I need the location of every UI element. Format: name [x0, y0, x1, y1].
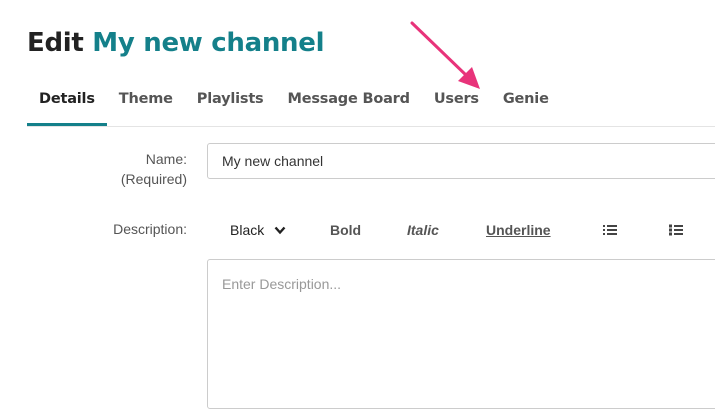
- annotation-arrow: [410, 21, 480, 89]
- tab-genie[interactable]: Genie: [491, 82, 561, 126]
- name-label-text: Name:: [145, 151, 187, 167]
- text-color-value: Black: [230, 222, 265, 238]
- description-placeholder: Enter Description...: [222, 276, 342, 292]
- underline-button[interactable]: Underline: [486, 216, 551, 244]
- page-title-prefix: Edit: [27, 28, 84, 58]
- numbered-list-button[interactable]: [669, 216, 683, 244]
- tab-bar: Details Theme Playlists Message Board Us…: [27, 82, 715, 127]
- tab-theme[interactable]: Theme: [107, 82, 185, 126]
- page-title: Edit My new channel: [27, 24, 325, 62]
- name-required-text: (Required): [120, 171, 187, 187]
- bullet-list-icon: [603, 217, 617, 245]
- channel-name-title: My new channel: [92, 28, 325, 58]
- tab-playlists[interactable]: Playlists: [185, 82, 276, 126]
- name-label: Name: (Required): [121, 149, 187, 189]
- name-input[interactable]: [207, 143, 715, 179]
- description-label: Description:: [113, 221, 187, 237]
- italic-button[interactable]: Italic: [407, 216, 439, 244]
- bold-button[interactable]: Bold: [330, 216, 361, 244]
- bullet-list-button[interactable]: [603, 216, 617, 244]
- tab-details[interactable]: Details: [27, 82, 107, 126]
- numbered-list-icon: [669, 217, 683, 245]
- chevron-down-icon: [274, 216, 286, 244]
- description-editor[interactable]: Enter Description...: [207, 259, 715, 409]
- text-color-select[interactable]: Black: [230, 216, 286, 244]
